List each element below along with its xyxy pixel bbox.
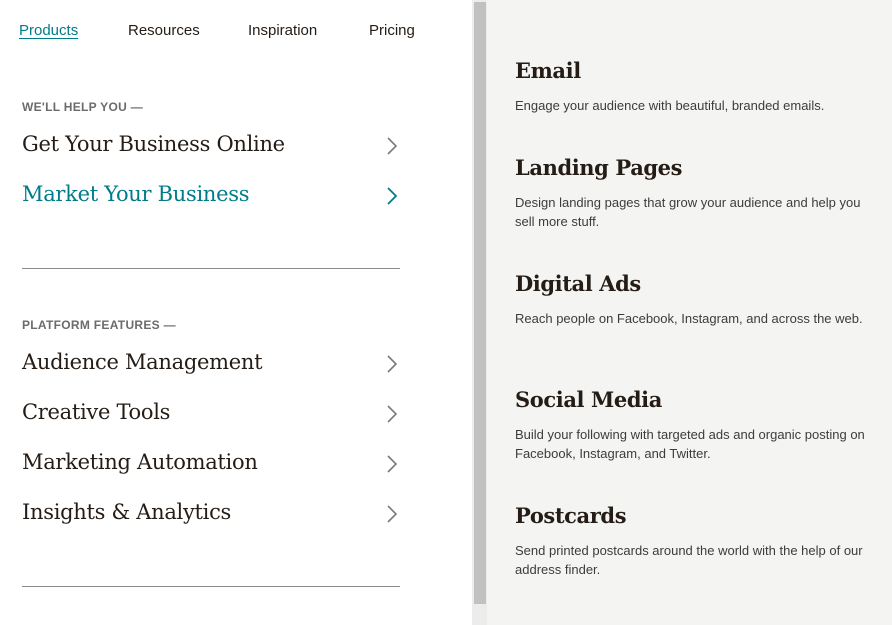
product-social-media[interactable]: Social Media Build your following with t… xyxy=(515,387,875,463)
menu-item-label: Get Your Business Online xyxy=(22,132,285,156)
scrollbar-thumb[interactable] xyxy=(474,2,486,604)
product-description: Send printed postcards around the world … xyxy=(515,543,863,577)
section-divider xyxy=(22,586,400,587)
product-description: Design landing pages that grow your audi… xyxy=(515,195,861,229)
products-panel: Email Engage your audience with beautifu… xyxy=(487,0,892,625)
menu-item-label: Audience Management xyxy=(22,350,263,374)
chevron-right-icon xyxy=(384,354,400,374)
platform-section-label: PLATFORM FEATURES — xyxy=(22,318,176,332)
chevron-right-icon xyxy=(384,504,400,524)
menu-item-label: Marketing Automation xyxy=(22,450,258,474)
nav-pricing[interactable]: Pricing xyxy=(369,22,415,39)
product-title: Email xyxy=(515,58,581,83)
help-section-label: WE'LL HELP YOU — xyxy=(22,100,144,114)
product-title: Social Media xyxy=(515,387,662,412)
product-email[interactable]: Email Engage your audience with beautifu… xyxy=(515,58,875,115)
menu-item-insights-analytics[interactable]: Insights & Analytics xyxy=(22,500,402,534)
menu-item-marketing-automation[interactable]: Marketing Automation xyxy=(22,450,402,484)
nav-inspiration[interactable]: Inspiration xyxy=(248,22,317,39)
menu-left-panel: Products Resources Inspiration Pricing W… xyxy=(0,0,472,625)
menu-item-get-business-online[interactable]: Get Your Business Online xyxy=(22,132,402,166)
product-postcards[interactable]: Postcards Send printed postcards around … xyxy=(515,503,875,579)
product-title: Digital Ads xyxy=(515,271,641,296)
menu-item-audience-management[interactable]: Audience Management xyxy=(22,350,402,384)
menu-item-label: Creative Tools xyxy=(22,400,171,424)
nav-resources[interactable]: Resources xyxy=(128,22,200,39)
chevron-right-icon xyxy=(384,136,400,156)
nav-products[interactable]: Products xyxy=(19,22,78,39)
product-description: Reach people on Facebook, Instagram, and… xyxy=(515,311,863,326)
chevron-right-icon xyxy=(384,186,400,206)
chevron-right-icon xyxy=(384,454,400,474)
product-title: Postcards xyxy=(515,503,627,528)
menu-item-label: Insights & Analytics xyxy=(22,500,232,524)
chevron-right-icon xyxy=(384,404,400,424)
menu-item-creative-tools[interactable]: Creative Tools xyxy=(22,400,402,434)
menu-item-market-your-business[interactable]: Market Your Business xyxy=(22,182,402,216)
menu-item-label: Market Your Business xyxy=(22,182,250,206)
section-divider xyxy=(22,268,400,269)
product-description: Engage your audience with beautiful, bra… xyxy=(515,98,825,113)
product-title: Landing Pages xyxy=(515,155,683,180)
product-digital-ads[interactable]: Digital Ads Reach people on Facebook, In… xyxy=(515,271,875,328)
product-landing-pages[interactable]: Landing Pages Design landing pages that … xyxy=(515,155,875,231)
product-description: Build your following with targeted ads a… xyxy=(515,427,865,461)
